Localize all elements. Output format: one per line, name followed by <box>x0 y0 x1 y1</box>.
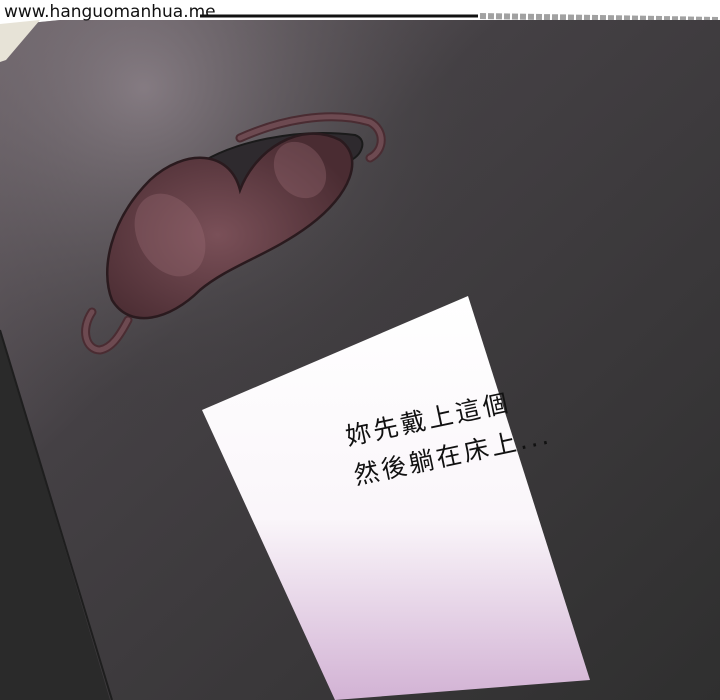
scene-illustration <box>0 0 720 700</box>
watermark-text: www.hanguomanhua.me <box>4 2 216 22</box>
comic-panel: www.hanguomanhua.me 妳先戴上這個 然後躺在床上... <box>0 0 720 700</box>
